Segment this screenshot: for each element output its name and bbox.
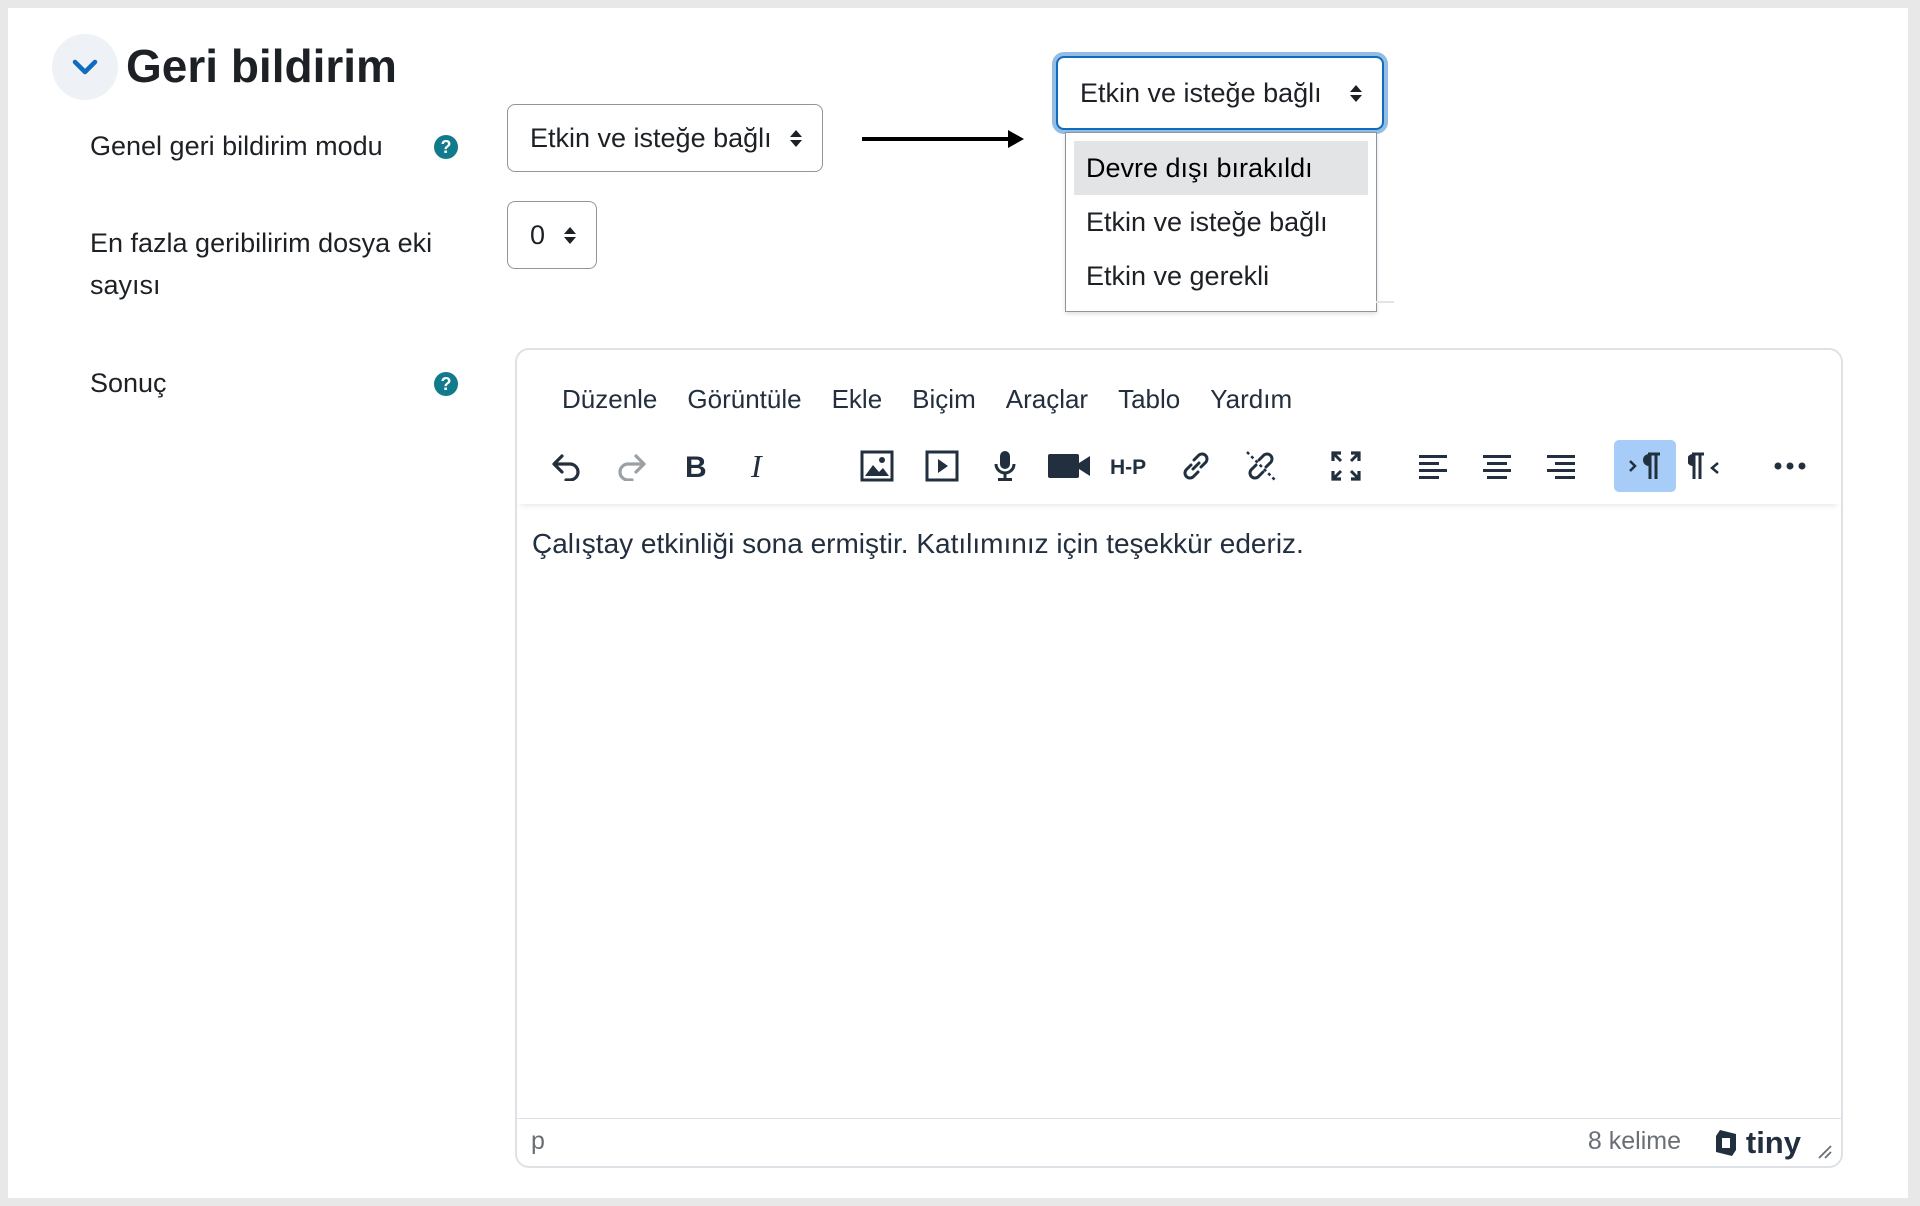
select-caret-icon — [1350, 84, 1362, 102]
editor-menubar: Düzenle Görüntüle Ekle Biçim Araçlar Tab… — [547, 376, 1307, 422]
menu-help[interactable]: Yardım — [1195, 376, 1307, 422]
brand-name: tiny — [1745, 1125, 1801, 1160]
arrow-head-icon — [1008, 130, 1024, 148]
dropdown-options: Devre dışı bırakıldı Etkin ve isteğe bağ… — [1065, 132, 1377, 312]
record-audio-button[interactable] — [977, 440, 1033, 492]
dropdown-option-required[interactable]: Etkin ve gerekli — [1074, 249, 1368, 303]
italic-button[interactable]: I — [730, 440, 786, 492]
image-icon — [860, 450, 894, 482]
align-left-button[interactable] — [1405, 440, 1461, 492]
more-icon — [1774, 462, 1806, 470]
align-right-icon — [1547, 455, 1575, 479]
media-button[interactable] — [914, 440, 970, 492]
tiny-logo[interactable]: tiny — [1712, 1125, 1801, 1161]
ltr-button[interactable] — [1614, 440, 1676, 492]
help-icon[interactable]: ? — [434, 372, 458, 396]
bold-icon: B — [685, 451, 707, 481]
tiny-logo-icon — [1715, 1130, 1736, 1156]
italic-icon: I — [750, 451, 763, 481]
feedback-mode-select-open[interactable]: Etkin ve isteğe bağlı — [1056, 56, 1384, 130]
align-center-button[interactable] — [1469, 440, 1525, 492]
editor-statusbar: p 8 kelime tiny — [517, 1118, 1841, 1166]
svg-text:B: B — [685, 451, 707, 481]
max-attachments-value: 0 — [530, 219, 546, 250]
select-caret-icon — [564, 226, 576, 244]
ltr-icon — [1629, 452, 1660, 479]
align-center-icon — [1483, 455, 1511, 479]
feedback-mode-value: Etkin ve isteğe bağlı — [530, 122, 772, 153]
fullscreen-icon — [1331, 451, 1361, 481]
record-video-button[interactable] — [1041, 440, 1097, 492]
feedback-mode-select[interactable]: Etkin ve isteğe bağlı — [507, 104, 823, 172]
arrow-line — [862, 137, 1012, 141]
max-attachments-label: En fazla geribilirim dosya eki — [90, 228, 433, 258]
align-left-icon — [1419, 455, 1447, 479]
menu-insert[interactable]: Ekle — [817, 376, 898, 422]
undo-icon — [552, 454, 580, 481]
resize-handle-icon[interactable] — [1817, 1144, 1833, 1160]
element-path[interactable]: p — [531, 1127, 545, 1156]
fullscreen-button[interactable] — [1318, 440, 1374, 492]
redo-icon — [618, 454, 646, 481]
divider — [1376, 301, 1394, 303]
page-frame: Geri bildirim Genel geri bildirim modu ?… — [8, 8, 1908, 1198]
help-icon[interactable]: ? — [434, 135, 458, 159]
rtl-button[interactable] — [1677, 440, 1733, 492]
bold-button[interactable]: B — [668, 440, 724, 492]
selected-value: Etkin ve isteğe bağlı — [1080, 77, 1322, 108]
editor-content[interactable]: Çalıştay etkinliği sona ermiştir. Katılı… — [532, 528, 1304, 560]
max-attachments-label-cont: sayısı — [90, 270, 161, 300]
chevron-down-icon — [72, 59, 98, 75]
unlink-icon — [1246, 451, 1276, 481]
select-caret-icon — [790, 129, 802, 147]
image-button[interactable] — [849, 440, 905, 492]
undo-button[interactable] — [539, 440, 595, 492]
more-button[interactable] — [1762, 440, 1818, 492]
menu-tools[interactable]: Araçlar — [991, 376, 1103, 422]
dropdown-option-disabled[interactable]: Devre dışı bırakıldı — [1074, 141, 1368, 195]
feedback-mode-label: Genel geri bildirim modu — [90, 131, 383, 161]
dropdown-option-optional[interactable]: Etkin ve isteğe bağlı — [1074, 195, 1368, 249]
rich-text-editor: Düzenle Görüntüle Ekle Biçim Araçlar Tab… — [515, 348, 1843, 1168]
max-attachments-select[interactable]: 0 — [507, 201, 597, 269]
h5p-icon: H-P — [1110, 456, 1146, 479]
collapse-section-button[interactable] — [52, 34, 118, 100]
redo-button[interactable] — [603, 440, 659, 492]
align-right-button[interactable] — [1533, 440, 1589, 492]
svg-text:I: I — [750, 451, 763, 481]
media-icon — [925, 450, 959, 482]
menu-view[interactable]: Görüntüle — [672, 376, 816, 422]
unlink-button[interactable] — [1233, 440, 1289, 492]
link-icon — [1183, 452, 1209, 480]
editor-toolbar: B I H-P — [517, 432, 1841, 504]
menu-table[interactable]: Tablo — [1103, 376, 1195, 422]
rtl-icon — [1688, 452, 1719, 479]
word-count[interactable]: 8 kelime — [1588, 1127, 1681, 1156]
link-button[interactable] — [1168, 440, 1224, 492]
microphone-icon — [994, 451, 1016, 481]
menu-format[interactable]: Biçim — [897, 376, 991, 422]
video-camera-icon — [1048, 454, 1090, 478]
svg-text:H-P: H-P — [1110, 456, 1146, 479]
h5p-button[interactable]: H-P — [1105, 440, 1161, 492]
section-title: Geri bildirim — [126, 40, 397, 92]
menu-edit[interactable]: Düzenle — [547, 376, 672, 422]
conclusion-label: Sonuç — [90, 368, 167, 398]
